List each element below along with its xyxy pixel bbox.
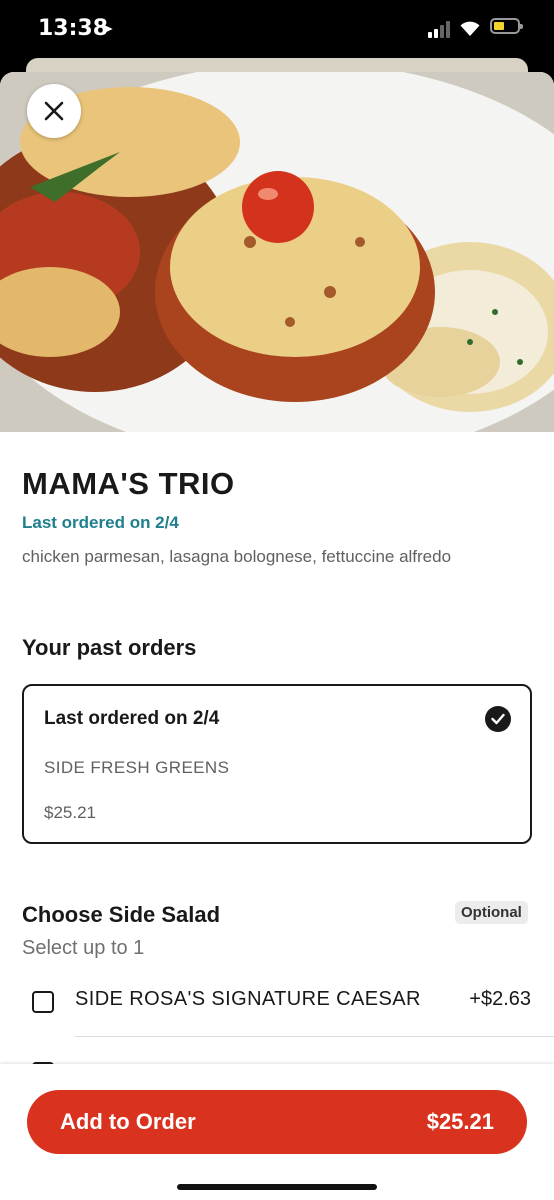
side-salad-heading: Choose Side Salad xyxy=(22,902,221,927)
status-bar: 13:38 ➤ xyxy=(0,0,554,60)
option-checkbox[interactable] xyxy=(32,991,54,1013)
status-time: 13:38 xyxy=(38,16,109,41)
side-salad-subheading: Select up to 1 xyxy=(22,937,145,959)
add-to-order-button[interactable]: Add to Order $25.21 xyxy=(27,1090,527,1154)
divider xyxy=(75,1036,554,1037)
location-arrow-icon: ➤ xyxy=(100,21,114,38)
food-photo xyxy=(0,72,554,432)
past-order-title: Last ordered on 2/4 xyxy=(44,708,220,729)
add-to-order-price: $25.21 xyxy=(426,1109,494,1134)
battery-icon xyxy=(490,18,523,34)
option-price: +$2.63 xyxy=(469,988,531,1010)
home-indicator xyxy=(177,1184,377,1190)
side-salad-option[interactable]: SIDE ROSA'S SIGNATURE CAESAR +$2.63 xyxy=(0,980,554,1036)
check-circle-icon xyxy=(485,706,511,732)
optional-badge: Optional xyxy=(455,901,528,924)
past-order-price: $25.21 xyxy=(44,803,96,822)
add-to-order-label: Add to Order xyxy=(60,1109,196,1134)
past-orders-heading: Your past orders xyxy=(22,635,197,660)
item-title: MAMA'S TRIO xyxy=(22,466,235,501)
last-ordered-label: Last ordered on 2/4 xyxy=(22,513,179,532)
cellular-signal-icon xyxy=(428,20,454,38)
past-order-card[interactable]: Last ordered on 2/4 SIDE FRESH GREENS $2… xyxy=(22,684,532,844)
close-button[interactable] xyxy=(27,84,81,138)
past-order-item: SIDE FRESH GREENS xyxy=(44,758,230,777)
close-icon xyxy=(44,101,64,121)
bottom-action-bar: Add to Order $25.21 xyxy=(0,1064,554,1200)
item-detail-modal: MAMA'S TRIO Last ordered on 2/4 chicken … xyxy=(0,72,554,1200)
wifi-icon xyxy=(460,21,480,36)
item-description: chicken parmesan, lasagna bolognese, fet… xyxy=(22,547,452,566)
option-label: SIDE ROSA'S SIGNATURE CAESAR xyxy=(75,988,421,1010)
